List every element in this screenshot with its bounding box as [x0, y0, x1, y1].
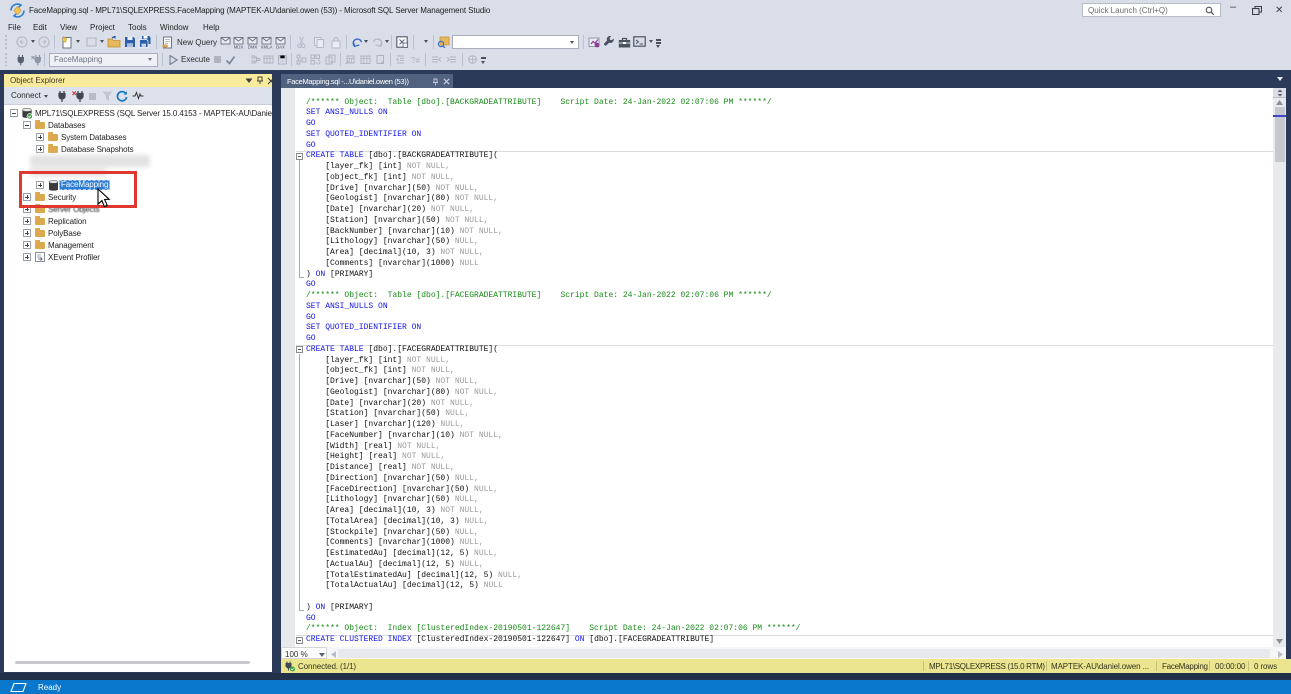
svg-text:MDX: MDX [234, 44, 244, 49]
svg-text:XMLA: XMLA [261, 44, 273, 49]
svg-text:DMX: DMX [248, 44, 258, 49]
svg-text:DAX: DAX [276, 44, 285, 49]
svg-text:?#: ?# [411, 56, 420, 65]
